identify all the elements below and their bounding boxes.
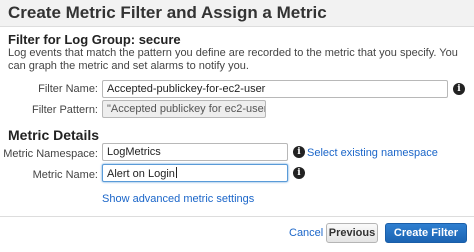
metric-namespace-input[interactable]: LogMetrics xyxy=(102,143,288,161)
metric-name-label: Metric Name: xyxy=(32,169,98,181)
info-icon[interactable]: i xyxy=(453,83,465,95)
info-icon[interactable]: i xyxy=(293,146,305,158)
dialog-header: Create Metric Filter and Assign a Metric xyxy=(0,0,474,27)
cancel-link[interactable]: Cancel xyxy=(289,227,323,239)
metric-name-value: Alert on Login xyxy=(107,168,175,180)
metric-section-heading: Metric Details xyxy=(8,127,100,143)
footer-divider xyxy=(0,216,474,217)
metric-namespace-label: Metric Namespace: xyxy=(3,148,98,160)
text-cursor xyxy=(175,167,177,178)
create-metric-filter-dialog: Create Metric Filter and Assign a Metric… xyxy=(0,0,474,252)
filter-pattern-label: Filter Pattern: xyxy=(31,104,98,116)
filter-name-input[interactable]: Accepted-publickey-for-ec2-user xyxy=(102,80,448,98)
create-filter-button[interactable]: Create Filter xyxy=(385,223,467,243)
show-advanced-metric-settings-link[interactable]: Show advanced metric settings xyxy=(102,193,254,205)
filter-description: Log events that match the pattern you de… xyxy=(8,47,458,72)
previous-button[interactable]: Previous xyxy=(326,223,378,243)
filter-name-label: Filter Name: xyxy=(38,83,98,95)
dialog-title: Create Metric Filter and Assign a Metric xyxy=(8,3,327,22)
select-existing-namespace-link[interactable]: Select existing namespace xyxy=(307,147,438,159)
filter-pattern-field: "Accepted publickey for ec2-user" xyxy=(102,100,266,118)
metric-name-input[interactable]: Alert on Login xyxy=(102,164,288,182)
filter-section-heading: Filter for Log Group: secure xyxy=(8,32,181,47)
info-icon[interactable]: i xyxy=(293,167,305,179)
